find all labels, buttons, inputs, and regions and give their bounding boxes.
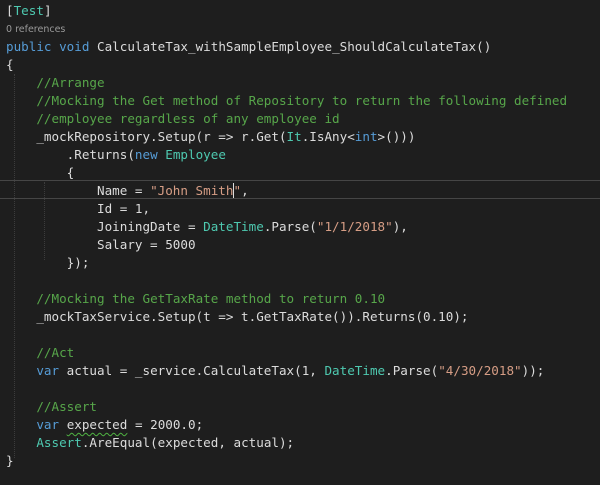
- code-token: //Mocking the Get method of Repository t…: [36, 93, 568, 108]
- code-token: It: [286, 129, 302, 144]
- code-line[interactable]: //employee regardless of any employee id: [6, 110, 340, 128]
- code-token: = 2000.0;: [127, 417, 204, 432]
- code-token: .Parse(: [385, 363, 439, 378]
- code-line[interactable]: _mockTaxService.Setup(t => t.GetTaxRate(…: [6, 308, 469, 326]
- code-token: ),: [392, 219, 408, 234]
- code-line[interactable]: var actual = _service.CalculateTax(1, Da…: [6, 362, 544, 380]
- code-line[interactable]: //Mocking the Get method of Repository t…: [6, 92, 567, 110]
- code-token: Test: [13, 3, 44, 18]
- code-line[interactable]: .Returns(new Employee: [6, 146, 226, 164]
- code-token: //Mocking the GetTaxRate method to retur…: [36, 291, 386, 306]
- code-token: "4/30/2018": [438, 363, 522, 378]
- code-token-warning: expected: [66, 417, 128, 432]
- code-token: Employee: [165, 147, 226, 162]
- code-token: //Arrange: [36, 75, 105, 90]
- code-editor[interactable]: 0 references [Test] public void Calculate…: [0, 0, 600, 485]
- code-token: });: [6, 255, 90, 270]
- code-token: var: [36, 417, 60, 432]
- code-token: .Returns(: [6, 147, 135, 162]
- code-token: JoiningDate =: [6, 219, 204, 234]
- code-token: Assert: [36, 435, 82, 450]
- code-token: Id = 1,: [6, 201, 151, 216]
- code-token: {: [6, 165, 75, 180]
- code-line[interactable]: {: [6, 164, 75, 182]
- code-line[interactable]: Name = "John Smith",: [6, 182, 249, 200]
- code-token: .IsAny<: [301, 129, 355, 144]
- code-line[interactable]: JoiningDate = DateTime.Parse("1/1/2018")…: [6, 218, 408, 236]
- code-token: actual = _service.CalculateTax(1,: [59, 363, 325, 378]
- code-token: ": [233, 183, 242, 198]
- code-token: Salary = 5000: [6, 237, 196, 252]
- code-line[interactable]: var expected = 2000.0;: [6, 416, 203, 434]
- code-token: .AreEqual(expected, actual);: [81, 435, 295, 450]
- code-token: DateTime: [203, 219, 264, 234]
- code-token: public: [6, 39, 52, 54]
- code-token: }: [6, 453, 14, 468]
- code-token: int: [354, 129, 378, 144]
- code-line[interactable]: {: [6, 56, 14, 74]
- code-token: var: [36, 363, 60, 378]
- code-token: "John Smith: [150, 183, 234, 198]
- code-token: new: [134, 147, 158, 162]
- code-token: _mockRepository.Setup(r => r.Get(: [6, 129, 287, 144]
- code-line[interactable]: Salary = 5000: [6, 236, 196, 254]
- code-token: void: [59, 39, 90, 54]
- code-token: "1/1/2018": [316, 219, 393, 234]
- code-line[interactable]: Id = 1,: [6, 200, 150, 218]
- code-token: DateTime: [324, 363, 386, 378]
- code-token: //employee regardless of any employee id: [36, 111, 340, 126]
- code-line[interactable]: //Assert: [6, 398, 97, 416]
- codelens-references[interactable]: 0 references: [6, 24, 65, 36]
- code-token: ,: [241, 183, 249, 198]
- code-token: _mockTaxService.Setup(t => t.GetTaxRate(…: [6, 309, 469, 324]
- code-line[interactable]: [Test]: [6, 2, 52, 20]
- code-line[interactable]: _mockRepository.Setup(r => r.Get(It.IsAn…: [6, 128, 415, 146]
- code-token: //Assert: [36, 399, 98, 414]
- code-line[interactable]: Assert.AreEqual(expected, actual);: [6, 434, 294, 452]
- code-token: Name =: [6, 183, 151, 198]
- code-token: >())): [377, 129, 416, 144]
- code-token: CalculateTax_withSampleEmployee_ShouldCa…: [89, 39, 492, 54]
- code-token: .Parse(: [263, 219, 317, 234]
- code-line[interactable]: //Arrange: [6, 74, 105, 92]
- code-line[interactable]: //Mocking the GetTaxRate method to retur…: [6, 290, 385, 308]
- code-token: ));: [521, 363, 545, 378]
- code-token: //Act: [36, 345, 75, 360]
- code-token: {: [6, 57, 14, 72]
- code-line[interactable]: //Act: [6, 344, 74, 362]
- code-line[interactable]: public void CalculateTax_withSampleEmplo…: [6, 38, 491, 56]
- code-token: ]: [43, 3, 52, 18]
- code-token: [: [6, 3, 14, 18]
- code-line[interactable]: });: [6, 254, 90, 272]
- code-line[interactable]: }: [6, 452, 14, 470]
